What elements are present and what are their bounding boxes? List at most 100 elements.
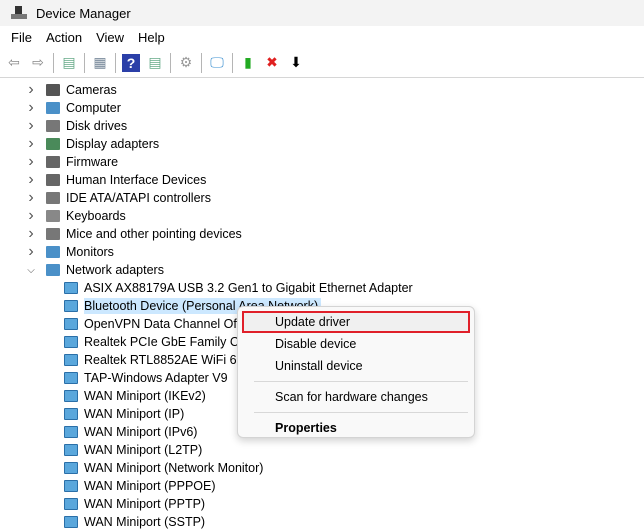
network-adapter-item[interactable]: WAN Miniport (IKEv2) xyxy=(64,387,209,405)
display-adapter-icon xyxy=(46,138,60,150)
network-adapter-icon xyxy=(64,480,78,492)
network-adapter-item[interactable]: TAP-Windows Adapter V9 xyxy=(64,369,231,387)
adapter-label: Realtek PCIe GbE Family Con xyxy=(84,335,253,349)
tree-category[interactable]: › Monitors xyxy=(26,243,114,261)
menu-item-disable-device[interactable]: Disable device xyxy=(238,333,474,355)
update-driver-label: Update driver xyxy=(275,315,351,329)
network-adapter-icon xyxy=(64,390,78,402)
adapter-label: OpenVPN Data Channel Offlo xyxy=(84,317,250,331)
tree-category[interactable]: › Disk drives xyxy=(26,117,127,135)
category-label: Keyboards xyxy=(66,209,126,223)
network-adapter-item[interactable]: Realtek PCIe GbE Family Con xyxy=(64,333,256,351)
tree-category[interactable]: › Mice and other pointing devices xyxy=(26,225,242,243)
category-label: Human Interface Devices xyxy=(66,173,207,187)
tree-category[interactable]: › Cameras xyxy=(26,81,116,99)
computer-icon xyxy=(46,102,60,114)
chevron-right-icon[interactable]: › xyxy=(26,225,36,243)
category-label: Firmware xyxy=(66,155,119,169)
help-icon[interactable]: ? xyxy=(122,53,140,72)
action-pane-icon[interactable]: ▤ xyxy=(146,54,164,72)
network-adapter-icon xyxy=(64,354,78,366)
window-title: Device Manager xyxy=(36,5,131,21)
disk-icon xyxy=(46,120,60,132)
menu-item-properties[interactable]: Properties xyxy=(238,417,474,439)
adapter-label: WAN Miniport (L2TP) xyxy=(84,443,203,457)
chevron-right-icon[interactable]: › xyxy=(26,171,36,189)
network-adapter-item[interactable]: WAN Miniport (IPv6) xyxy=(64,423,200,441)
tree-category[interactable]: › IDE ATA/ATAPI controllers xyxy=(26,189,211,207)
menu-item-uninstall-device[interactable]: Uninstall device xyxy=(238,355,474,377)
toolbar-separator xyxy=(170,52,171,73)
menu-file[interactable]: File xyxy=(4,30,39,45)
adapter-label: WAN Miniport (Network Monitor) xyxy=(84,461,264,475)
scan-hardware-icon[interactable]: 🖵 xyxy=(208,54,226,72)
chevron-down-icon[interactable]: ⌵ xyxy=(26,265,36,276)
mouse-icon xyxy=(46,228,60,240)
adapter-label: WAN Miniport (PPTP) xyxy=(84,497,206,511)
toolbar: ⇦ ⇨ ▤ ▦? ▤ ⚙ 🖵 ▮ ✖ ⬇ xyxy=(0,48,644,78)
toolbar-separator xyxy=(53,52,54,73)
adapter-label: WAN Miniport (IKEv2) xyxy=(84,389,206,403)
network-adapter-icon xyxy=(64,372,78,384)
tree-category[interactable]: › Computer xyxy=(26,99,121,117)
monitor-icon xyxy=(46,246,60,258)
show-hide-console-tree-icon[interactable]: ▤ xyxy=(60,54,78,72)
network-adapter-icon xyxy=(64,426,78,438)
chevron-right-icon[interactable]: › xyxy=(26,243,36,261)
network-adapter-item[interactable]: WAN Miniport (IP) xyxy=(64,405,187,423)
toolbar-separator xyxy=(201,52,202,73)
tree-category[interactable]: › Display adapters xyxy=(26,135,159,153)
category-label: Mice and other pointing devices xyxy=(66,227,242,241)
context-menu: Update driver Disable device Uninstall d… xyxy=(237,306,475,438)
device-tree: › Cameras › Computer › Disk drives › Display ad… xyxy=(0,80,644,529)
network-adapter-item[interactable]: WAN Miniport (SSTP) xyxy=(64,513,208,531)
menu-item-update-driver[interactable]: Update driver xyxy=(238,311,474,333)
network-adapter-item[interactable]: WAN Miniport (PPTP) xyxy=(64,495,208,513)
menu-help[interactable]: Help xyxy=(131,30,172,45)
network-adapter-item[interactable]: ASIX AX88179A USB 3.2 Gen1 to Gigabit Et… xyxy=(64,279,416,297)
chevron-right-icon[interactable]: › xyxy=(26,99,36,117)
menu-view[interactable]: View xyxy=(89,30,131,45)
chevron-right-icon[interactable]: › xyxy=(26,207,36,225)
network-adapter-icon xyxy=(64,462,78,474)
network-adapter-icon xyxy=(64,300,78,312)
tree-category[interactable]: › Human Interface Devices xyxy=(26,171,206,189)
menu-action[interactable]: Action xyxy=(39,30,89,45)
network-adapter-item[interactable]: OpenVPN Data Channel Offlo xyxy=(64,315,253,333)
chevron-right-icon[interactable]: › xyxy=(26,135,36,153)
chevron-right-icon[interactable]: › xyxy=(26,117,36,135)
chevron-right-icon[interactable]: › xyxy=(26,153,36,171)
chevron-right-icon[interactable]: › xyxy=(26,81,36,99)
properties-icon[interactable]: ▦ xyxy=(91,54,109,72)
update-driver-icon[interactable]: ⚙ xyxy=(177,54,195,72)
uninstall-icon[interactable]: ✖ xyxy=(263,54,281,72)
adapter-label: WAN Miniport (IPv6) xyxy=(84,425,198,439)
title-bar: Device Manager xyxy=(0,0,644,26)
menu-separator xyxy=(254,412,468,413)
adapter-label: WAN Miniport (IP) xyxy=(84,407,185,421)
firmware-icon xyxy=(46,156,60,168)
network-adapter-item[interactable]: Realtek RTL8852AE WiFi 6 802 xyxy=(64,351,264,369)
tree-category[interactable]: › Firmware xyxy=(26,153,118,171)
keyboard-icon xyxy=(46,210,60,222)
menu-item-scan-hardware[interactable]: Scan for hardware changes xyxy=(238,386,474,408)
adapter-label: TAP-Windows Adapter V9 xyxy=(84,371,228,385)
network-adapter-item[interactable]: WAN Miniport (PPPOE) xyxy=(64,477,219,495)
category-label: IDE ATA/ATAPI controllers xyxy=(66,191,211,205)
enable-device-icon[interactable]: ▮ xyxy=(239,54,257,72)
network-adapter-item[interactable]: WAN Miniport (L2TP) xyxy=(64,441,205,459)
camera-icon xyxy=(46,84,60,96)
forward-icon[interactable]: ⇨ xyxy=(29,54,47,72)
tree-category[interactable]: › Keyboards xyxy=(26,207,126,225)
tree-category[interactable]: ⌵ Network adapters xyxy=(26,261,164,279)
toolbar-separator xyxy=(84,52,85,73)
network-adapter-icon xyxy=(64,282,78,294)
back-icon[interactable]: ⇦ xyxy=(5,54,23,72)
network-adapter-item[interactable]: WAN Miniport (Network Monitor) xyxy=(64,459,266,477)
network-adapter-icon xyxy=(64,498,78,510)
chevron-right-icon[interactable]: › xyxy=(26,189,36,207)
category-label: Disk drives xyxy=(66,119,128,133)
disable-icon[interactable]: ⬇ xyxy=(287,54,305,72)
category-label: Network adapters xyxy=(66,263,164,277)
adapter-label: ASIX AX88179A USB 3.2 Gen1 to Gigabit Et… xyxy=(84,281,413,295)
